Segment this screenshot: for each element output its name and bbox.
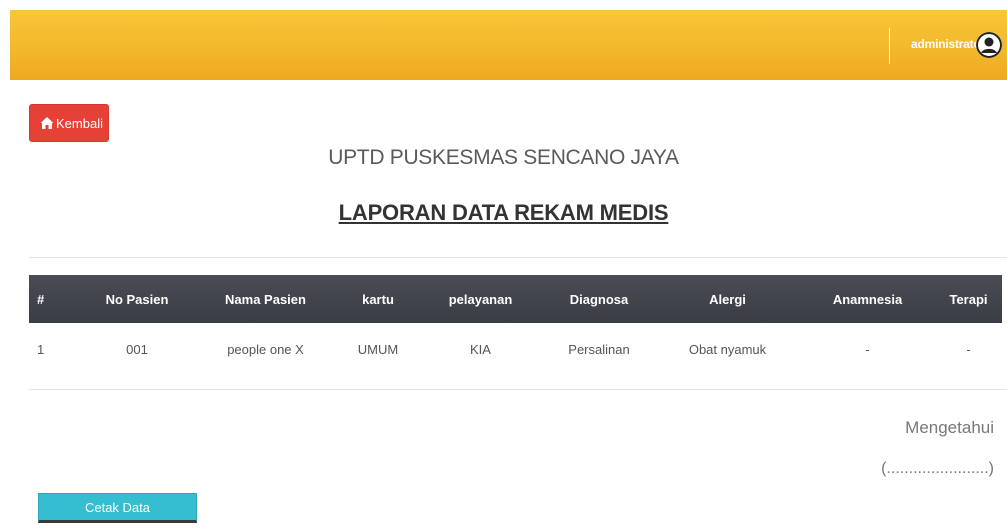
table-header-row: # No Pasien Nama Pasien kartu pelayanan … [29,275,1002,323]
table-cell: Obat nyamuk [688,341,767,357]
report-title: LAPORAN DATA REKAM MEDIS [338,200,669,225]
back-button[interactable]: Kembali [29,104,109,142]
table-cell: 1 [37,341,45,357]
column-header: pelayanan [448,291,513,307]
table-cell: UMUM [357,341,399,357]
back-button-label: Kembali [56,115,103,131]
table-cell: Persalinan [568,341,630,357]
column-header: Anamnesia [832,291,903,307]
user-avatar-icon[interactable] [976,32,1002,58]
column-header: Nama Pasien [225,291,306,307]
top-navbar: administrator [10,10,1007,80]
divider [29,257,1007,258]
medical-records-table: # No Pasien Nama Pasien kartu pelayanan … [29,275,1002,375]
column-header: Terapi [949,291,988,307]
organization-name: UPTD PUSKESMAS SENCANO JAYA [328,146,679,169]
table-cell: KIA [470,341,491,357]
home-icon [40,116,54,130]
column-header: Alergi [709,291,746,307]
user-name[interactable]: administrator [911,37,985,51]
column-header: # [37,291,45,307]
column-header: No Pasien [105,291,169,307]
table-cell: - [865,341,870,357]
navbar-divider [889,28,890,64]
acknowledge-label: Mengetahui [905,418,994,437]
print-data-button[interactable]: Cetak Data [38,493,197,523]
signature-placeholder: (.......................) [881,460,994,477]
table-cell: - [966,341,971,357]
column-header: kartu [362,291,394,307]
divider [29,389,1007,390]
table-row: 1 001 people one X UMUM KIA Persalinan O… [29,323,1002,375]
table-cell: 001 [126,341,148,357]
column-header: Diagnosa [569,291,629,307]
table-cell: people one X [227,341,304,357]
